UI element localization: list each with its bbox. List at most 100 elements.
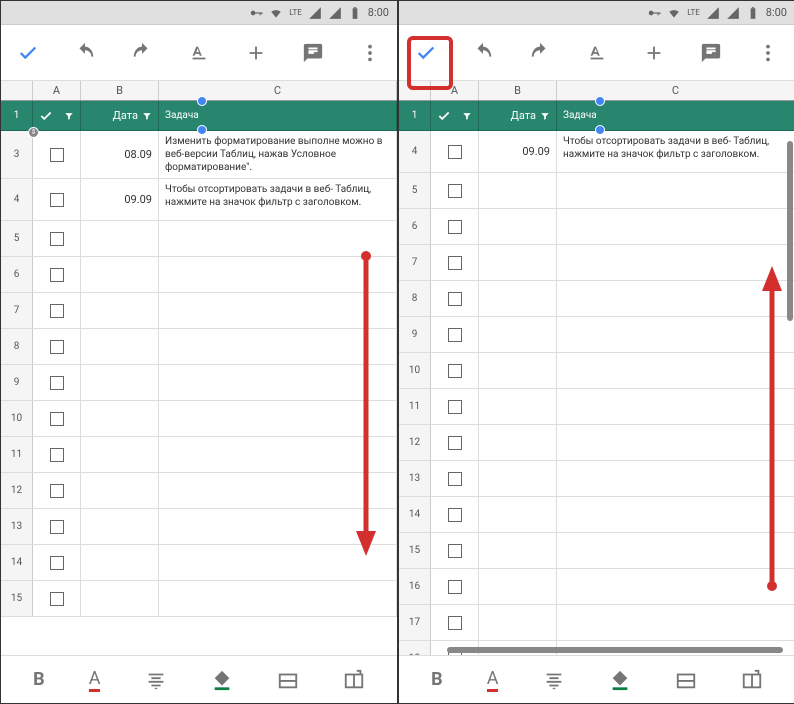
text-color-button[interactable]: A <box>89 668 101 692</box>
table-row[interactable]: 6 <box>1 257 397 293</box>
col-header-b[interactable]: B <box>479 81 557 100</box>
cell-date[interactable] <box>479 605 557 640</box>
cell-date[interactable] <box>479 281 557 316</box>
row-number[interactable]: 6 <box>1 257 33 292</box>
format-icon[interactable] <box>586 42 608 64</box>
undo-icon[interactable] <box>472 42 494 64</box>
selection-handle[interactable] <box>595 96 605 106</box>
cell-checkbox[interactable] <box>33 473 81 508</box>
row-number[interactable]: 13 <box>1 509 33 544</box>
table-row[interactable]: 10 <box>399 353 794 389</box>
cell-checkbox[interactable] <box>431 245 479 280</box>
checkbox-icon[interactable] <box>50 232 64 246</box>
text-color-button[interactable]: A <box>487 668 499 692</box>
checkbox-icon[interactable] <box>448 616 462 630</box>
cell-checkbox[interactable] <box>431 569 479 604</box>
checkbox-icon[interactable] <box>448 436 462 450</box>
cell-checkbox[interactable] <box>33 437 81 472</box>
cell-checkbox[interactable] <box>33 545 81 580</box>
cell-checkbox[interactable] <box>33 401 81 436</box>
row-number[interactable]: 14 <box>1 545 33 580</box>
checkbox-icon[interactable] <box>50 484 64 498</box>
cell-checkbox[interactable] <box>431 425 479 460</box>
row-number[interactable]: 10 <box>399 353 431 388</box>
cell-checkbox[interactable] <box>431 353 479 388</box>
cell-checkbox[interactable] <box>33 131 81 178</box>
checkbox-icon[interactable] <box>448 364 462 378</box>
col-header-c[interactable]: C <box>159 81 397 100</box>
cell-checkbox[interactable] <box>431 281 479 316</box>
scrollbar-horizontal[interactable] <box>447 647 783 653</box>
checkbox-icon[interactable] <box>50 268 64 282</box>
selection-handle[interactable] <box>595 125 605 135</box>
cell-task[interactable] <box>159 473 397 508</box>
checkbox-icon[interactable] <box>50 592 64 606</box>
corner-cell[interactable] <box>1 81 33 100</box>
cell-date[interactable] <box>81 329 159 364</box>
checkbox-icon[interactable] <box>448 220 462 234</box>
cell-checkbox[interactable] <box>33 329 81 364</box>
cell-checkbox[interactable] <box>431 461 479 496</box>
cell-task[interactable] <box>159 329 397 364</box>
row-number[interactable]: 5 <box>1 221 33 256</box>
undo-icon[interactable] <box>74 42 96 64</box>
row-number[interactable]: 7 <box>1 293 33 328</box>
filter-check[interactable] <box>33 101 81 130</box>
filter-task[interactable]: Задача <box>159 101 397 130</box>
checkbox-icon[interactable] <box>448 328 462 342</box>
table-row[interactable]: 7 <box>1 293 397 329</box>
checkbox-icon[interactable] <box>448 472 462 486</box>
cell-task[interactable]: Чтобы отсортировать задачи в веб- Таблиц… <box>159 179 397 220</box>
col-header-b[interactable]: B <box>81 81 159 100</box>
cell-date[interactable] <box>479 425 557 460</box>
cell-date[interactable] <box>479 461 557 496</box>
table-row[interactable]: 16 <box>399 569 794 605</box>
cell-task[interactable] <box>159 221 397 256</box>
filter-task[interactable]: Задача <box>557 101 794 130</box>
cell-date[interactable] <box>479 497 557 532</box>
table-row[interactable]: 409.09Чтобы отсортировать задачи в веб- … <box>1 179 397 221</box>
plus-icon[interactable] <box>245 42 267 64</box>
cell-task[interactable] <box>557 353 794 388</box>
cell-date[interactable] <box>479 533 557 568</box>
cell-date[interactable] <box>81 473 159 508</box>
row-number[interactable]: 11 <box>399 389 431 424</box>
cell-date[interactable] <box>81 545 159 580</box>
row-number[interactable]: 16 <box>399 569 431 604</box>
col-header-a[interactable]: A <box>431 81 479 100</box>
row-number[interactable]: 18 <box>399 641 431 655</box>
redo-icon[interactable] <box>529 42 551 64</box>
row-number[interactable]: 11 <box>1 437 33 472</box>
cell-checkbox[interactable] <box>431 131 479 172</box>
accept-icon[interactable] <box>17 42 39 64</box>
table-row[interactable]: 5 <box>399 173 794 209</box>
filter-date[interactable]: Дата <box>479 101 557 130</box>
row-number[interactable]: 7 <box>399 245 431 280</box>
fill-color-button[interactable] <box>211 669 233 691</box>
row-number[interactable]: 14 <box>399 497 431 532</box>
cell-date[interactable] <box>81 293 159 328</box>
bold-button[interactable]: B <box>33 669 45 690</box>
cell-task[interactable] <box>159 509 397 544</box>
cell-checkbox[interactable] <box>431 389 479 424</box>
cell-task[interactable] <box>557 461 794 496</box>
cell-checkbox[interactable] <box>431 605 479 640</box>
table-row[interactable]: 13 <box>399 461 794 497</box>
cell-date[interactable]: 08.09 <box>81 131 159 178</box>
cell-date[interactable] <box>81 257 159 292</box>
table-row[interactable]: 11 <box>399 389 794 425</box>
cell-task[interactable]: Изменить форматирование выполне можно в … <box>159 131 397 178</box>
cell-task[interactable] <box>557 245 794 280</box>
table-row[interactable]: 11 <box>1 437 397 473</box>
checkbox-icon[interactable] <box>50 193 64 207</box>
cell-task[interactable] <box>159 545 397 580</box>
cell-checkbox[interactable] <box>33 509 81 544</box>
row-number[interactable]: 9 <box>399 317 431 352</box>
cell-date[interactable] <box>81 581 159 616</box>
cell-task[interactable] <box>557 425 794 460</box>
comment-icon[interactable] <box>700 42 722 64</box>
merge-button[interactable] <box>343 669 365 691</box>
table-row[interactable]: 308.09Изменить форматирование выполне мо… <box>1 131 397 179</box>
more-icon[interactable] <box>359 42 381 64</box>
row-number[interactable]: 6 <box>399 209 431 244</box>
